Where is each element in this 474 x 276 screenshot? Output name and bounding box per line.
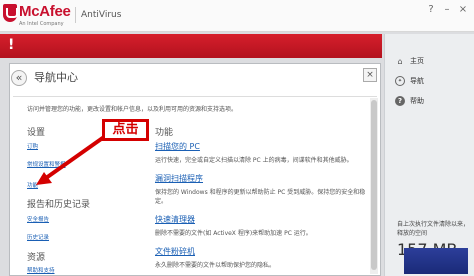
scrollbar-thumb[interactable] bbox=[371, 100, 377, 270]
title-divider bbox=[75, 7, 76, 23]
nav-divider bbox=[13, 96, 377, 97]
minimize-button[interactable]: – bbox=[440, 4, 454, 16]
home-icon: ⌂ bbox=[397, 56, 403, 66]
rp-item-navigation[interactable]: ✦ 导航 bbox=[395, 74, 424, 88]
close-window-button[interactable]: × bbox=[456, 4, 470, 16]
title-bar: McAfee An Intel Company AntiVirus ? – × bbox=[0, 0, 474, 32]
status-alert-bar[interactable]: ! bbox=[0, 34, 382, 58]
compass-icon: ✦ bbox=[395, 76, 405, 86]
alert-icon: ! bbox=[8, 37, 15, 53]
feature-quick-clean-desc: 删除不需要的文件(如 ActiveX 程序)来帮助加速 PC 运行。 bbox=[155, 230, 312, 237]
rp-home-label: 主页 bbox=[410, 57, 424, 65]
rp-item-home[interactable]: ⌂ 主页 bbox=[395, 54, 424, 68]
navigation-center-panel bbox=[9, 63, 381, 276]
rp-help-label: 帮助 bbox=[410, 97, 424, 105]
brand-logo: McAfee bbox=[19, 3, 71, 20]
help-icon: ? bbox=[395, 96, 405, 106]
nav-close-button[interactable]: × bbox=[363, 68, 377, 82]
feature-vuln-scanner-desc: 保持您的 Windows 和程序的更新以帮助防止 PC 受到威胁。保持您的安全和… bbox=[155, 189, 366, 205]
reports-heading: 报告和历史记录 bbox=[27, 200, 91, 210]
link-subscription[interactable]: 订购 bbox=[27, 142, 38, 150]
link-general-settings[interactable]: 常规设置和警报 bbox=[27, 160, 66, 168]
settings-heading: 设置 bbox=[27, 128, 46, 138]
right-panel: ⌂ 主页 ✦ 导航 ? 帮助 自上次执行文件清除以来，释放的空间 157 MB bbox=[384, 34, 474, 276]
space-freed-note: 自上次执行文件清除以来，释放的空间 bbox=[397, 221, 470, 237]
brand-sub: An Intel Company bbox=[19, 21, 64, 27]
feature-quick-clean[interactable]: 快速清理器 bbox=[155, 214, 195, 225]
feature-vuln-scanner[interactable]: 漏洞扫描程序 bbox=[155, 173, 203, 184]
rp-navigation-label: 导航 bbox=[410, 77, 424, 85]
link-help-support[interactable]: 帮助和支持 bbox=[27, 266, 55, 274]
mcafee-shield-icon bbox=[3, 4, 18, 22]
back-button[interactable]: « bbox=[11, 70, 27, 86]
feature-shredder[interactable]: 文件粉碎机 bbox=[155, 246, 195, 257]
help-window-button[interactable]: ? bbox=[424, 4, 438, 16]
rp-item-help[interactable]: ? 帮助 bbox=[395, 94, 424, 108]
features-heading: 功能 bbox=[155, 128, 174, 138]
feature-shredder-desc: 永久删除不需要的文件以帮助保护您的隐私。 bbox=[155, 262, 276, 269]
feature-scan-pc[interactable]: 扫描您的 PC bbox=[155, 141, 200, 152]
link-history[interactable]: 历史记录 bbox=[27, 233, 49, 241]
nav-center-title: 导航中心 bbox=[34, 71, 78, 84]
click-callout: 点击 bbox=[102, 119, 149, 141]
blue-status-block bbox=[404, 248, 468, 274]
resources-heading: 资源 bbox=[27, 253, 46, 263]
feature-scan-pc-desc: 运行快速，完全或自定义扫描以清除 PC 上的病毒，间谍软件和其他威胁。 bbox=[155, 157, 353, 164]
nav-description: 访问并管理您的功能，更改设置和帐户信息，以及利用可用的资源和支持选项。 bbox=[27, 106, 238, 113]
product-name: AntiVirus bbox=[81, 10, 122, 20]
link-security-report[interactable]: 安全报告 bbox=[27, 215, 49, 223]
link-features[interactable]: 功能 bbox=[27, 181, 38, 189]
